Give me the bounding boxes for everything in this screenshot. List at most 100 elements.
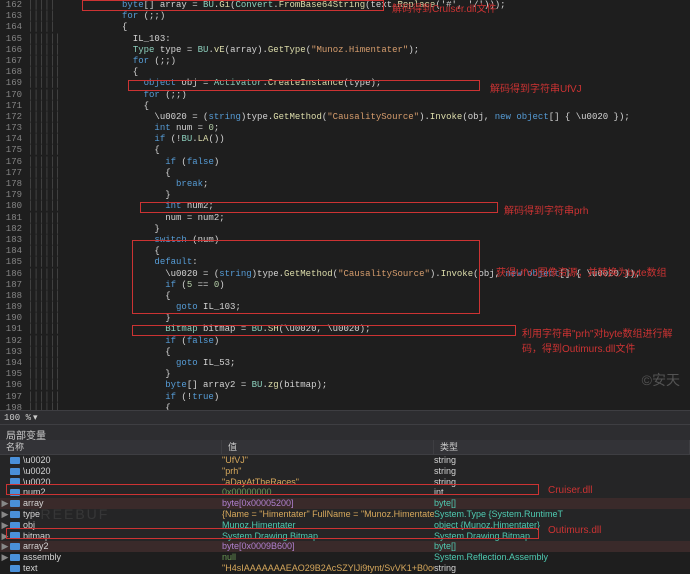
variable-icon xyxy=(10,478,20,485)
code-line[interactable]: 165││││││ IL_103: xyxy=(0,34,690,45)
variable-name: \u0020 xyxy=(23,477,51,488)
expand-icon[interactable]: ▶ xyxy=(0,531,10,542)
variable-type: System.Reflection.Assembly xyxy=(434,552,690,563)
code-line[interactable]: 177││││││ { xyxy=(0,168,690,179)
variable-row[interactable]: ▶ assembly nullSystem.Reflection.Assembly xyxy=(0,552,690,563)
variable-row[interactable]: ▶ array2 byte[0x0009B600]byte[] xyxy=(0,541,690,552)
zoom-value: 100 % xyxy=(4,413,31,423)
variable-row[interactable]: \u0020 "UfVJ"string xyxy=(0,455,690,466)
variable-icon xyxy=(10,511,20,518)
variable-name: num2 xyxy=(23,487,46,498)
variable-row[interactable]: text "H4sIAAAAAAAEAO29B2AcSZYlJi9tynt/SvV… xyxy=(0,563,690,574)
code-line[interactable]: 176││││││ if (false) xyxy=(0,157,690,168)
code-line[interactable]: 196││││││ byte[] array2 = BU.zg(bitmap); xyxy=(0,380,690,391)
variable-icon xyxy=(10,543,20,550)
code-line[interactable]: 167││││││ for (;;) xyxy=(0,56,690,67)
variable-icon xyxy=(10,554,20,561)
code-line[interactable]: 164│││││ { xyxy=(0,22,690,33)
code-line[interactable]: 171││││││ { xyxy=(0,101,690,112)
code-line[interactable]: 168││││││ { xyxy=(0,67,690,78)
variable-row[interactable]: num2 0x00000000int xyxy=(0,487,690,498)
variable-value: byte[0x00005200] xyxy=(222,498,434,509)
code-line[interactable]: 163│││││ for (;;) xyxy=(0,11,690,22)
variable-name: bitmap xyxy=(23,531,50,542)
code-line[interactable]: 170││││││ for (;;) xyxy=(0,90,690,101)
code-line[interactable]: 173││││││ int num = 0; xyxy=(0,123,690,134)
variable-value: byte[0x0009B600] xyxy=(222,541,434,552)
variable-value: "UfVJ" xyxy=(222,455,434,466)
variable-type: byte[] xyxy=(434,498,690,509)
variable-icon xyxy=(10,565,20,572)
locals-panel-title: 局部变量 xyxy=(0,424,690,440)
variable-icon xyxy=(10,468,20,475)
code-line[interactable]: 189││││││ goto IL_103; xyxy=(0,302,690,313)
code-line[interactable]: 175││││││ { xyxy=(0,145,690,156)
code-line[interactable]: 180││││││ int num2; xyxy=(0,201,690,212)
code-line[interactable]: 194││││││ goto IL_53; xyxy=(0,358,690,369)
expand-icon[interactable]: ▶ xyxy=(0,509,10,520)
expand-icon[interactable]: ▶ xyxy=(0,498,10,509)
code-line[interactable]: 166││││││ Type type = BU.vE(array).GetTy… xyxy=(0,45,690,56)
code-line[interactable]: 190││││││ } xyxy=(0,313,690,324)
watermark-antian: ©安天 xyxy=(642,370,680,390)
variable-name: text xyxy=(23,563,38,574)
code-line[interactable]: 186││││││ \u0020 = (string)type.GetMetho… xyxy=(0,269,690,280)
variable-type: int xyxy=(434,487,690,498)
code-line[interactable]: 187││││││ if (5 == 0) xyxy=(0,280,690,291)
variable-icon xyxy=(10,522,20,529)
variable-type: string xyxy=(434,563,690,574)
variable-name: assembly xyxy=(23,552,61,563)
variable-row[interactable]: \u0020 "prh"string xyxy=(0,466,690,477)
variable-icon xyxy=(10,489,20,496)
variable-value: 0x00000000 xyxy=(222,487,434,498)
code-line[interactable]: 185││││││ default: xyxy=(0,257,690,268)
code-line[interactable]: 192││││││ if (false) xyxy=(0,336,690,347)
code-line[interactable]: 182││││││ } xyxy=(0,224,690,235)
code-line[interactable]: 195││││││ } xyxy=(0,369,690,380)
expand-icon[interactable]: ▶ xyxy=(0,520,10,531)
variable-value: "prh" xyxy=(222,466,434,477)
col-header-value[interactable]: 值 xyxy=(222,440,434,454)
variable-value: {Name = "Himentater" FullName = "Munoz.H… xyxy=(222,509,434,520)
expand-icon[interactable]: ▶ xyxy=(0,541,10,552)
code-line[interactable]: 174││││││ if (!BU.LA()) xyxy=(0,134,690,145)
variable-type: System.Drawing.Bitmap xyxy=(434,531,690,542)
code-line[interactable]: 181││││││ num = num2; xyxy=(0,213,690,224)
variable-value: "H4sIAAAAAAAEAO29B2AcSZYlJi9tynt/SvVK1+B… xyxy=(222,563,434,574)
code-line[interactable]: 197││││││ if (!true) xyxy=(0,392,690,403)
col-header-type[interactable]: 类型 xyxy=(434,440,690,454)
variable-type: string xyxy=(434,455,690,466)
variable-type: object {Munoz.Himentater} xyxy=(434,520,690,531)
variable-value: Munoz.Himentater xyxy=(222,520,434,531)
code-line[interactable]: 191││││││ Bitmap bitmap = BU.SH(\u0020, … xyxy=(0,324,690,335)
zoom-dropdown-icon[interactable]: ▾ xyxy=(33,413,38,423)
expand-icon[interactable]: ▶ xyxy=(0,552,10,563)
col-header-name[interactable]: 名称 xyxy=(0,440,222,454)
code-line[interactable]: 172││││││ \u0020 = (string)type.GetMetho… xyxy=(0,112,690,123)
variable-name: \u0020 xyxy=(23,466,51,477)
variable-type: byte[] xyxy=(434,541,690,552)
code-line[interactable]: 183││││││ switch (num) xyxy=(0,235,690,246)
code-line[interactable]: 169││││││ object obj = Activator.CreateI… xyxy=(0,78,690,89)
variable-row[interactable]: \u0020"aDayAtTheRaces"string xyxy=(0,477,690,488)
variable-type: System.Type {System.RuntimeT xyxy=(434,509,690,520)
code-line[interactable]: 188││││││ { xyxy=(0,291,690,302)
code-editor[interactable]: 162│││││ byte[] array = BU.Gi(Convert.Fr… xyxy=(0,0,690,410)
code-line[interactable]: 162│││││ byte[] array = BU.Gi(Convert.Fr… xyxy=(0,0,690,11)
watermark-freebuf: FREEBUF xyxy=(30,506,109,522)
variable-name: array2 xyxy=(23,541,49,552)
variable-icon xyxy=(10,532,20,539)
code-line[interactable]: 193││││││ { xyxy=(0,347,690,358)
locals-header: 名称 值 类型 xyxy=(0,440,690,455)
variable-value: null xyxy=(222,552,434,563)
locals-panel[interactable]: 名称 值 类型 \u0020 "UfVJ"string \u0020 "prh"str… xyxy=(0,440,690,552)
variable-name: \u0020 xyxy=(23,455,51,466)
variable-row[interactable]: ▶bitmapSystem.Drawing.BitmapSystem.Drawi… xyxy=(0,531,690,542)
variable-icon xyxy=(10,500,20,507)
code-line[interactable]: 198││││││ { xyxy=(0,403,690,410)
variable-type: string xyxy=(434,466,690,477)
code-line[interactable]: 178││││││ break; xyxy=(0,179,690,190)
variable-type: string xyxy=(434,477,690,488)
code-line[interactable]: 179││││││ } xyxy=(0,190,690,201)
code-line[interactable]: 184││││││ { xyxy=(0,246,690,257)
